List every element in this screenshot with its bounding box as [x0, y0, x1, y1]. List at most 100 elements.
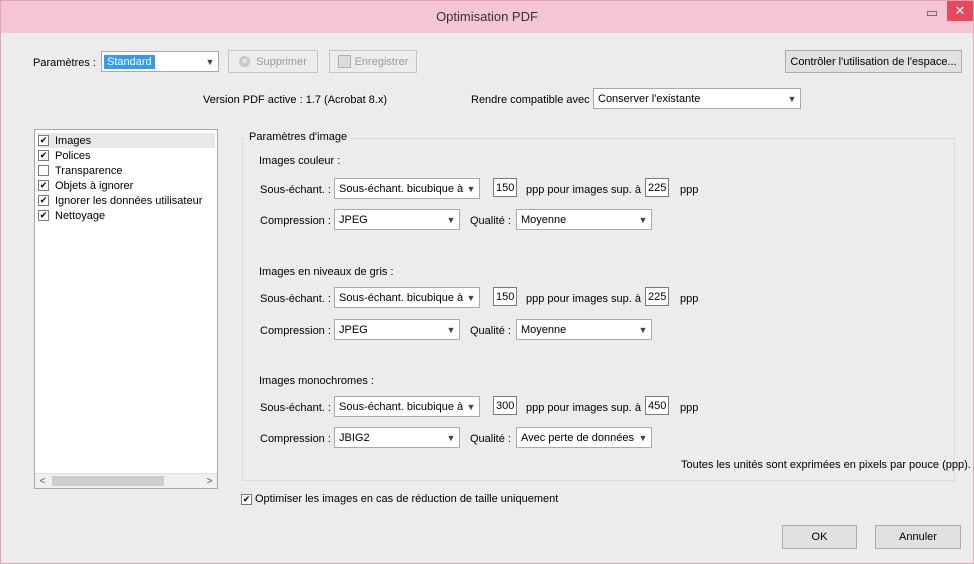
checkbox-images[interactable]: ✔ [38, 135, 49, 146]
color-downsample-value: Sous-échant. bicubique à [339, 182, 464, 195]
list-item-label: Images [55, 134, 92, 147]
mono-quality-select[interactable]: Avec perte de données ▼ [516, 427, 652, 448]
ppp-unit-label: ppp [680, 402, 699, 414]
chevron-down-icon: ▼ [466, 183, 476, 194]
gray-res-input[interactable]: 150 [493, 287, 517, 306]
chevron-down-icon: ▼ [638, 214, 648, 225]
gray-above-input[interactable]: 225 [645, 287, 669, 306]
scroll-right-icon[interactable]: > [202, 474, 217, 489]
chevron-down-icon: ▼ [787, 93, 797, 104]
dialog-window: Optimisation PDF ▭ ✕ Paramètres : Standa… [0, 0, 974, 564]
mono-images-heading: Images monochromes : [259, 375, 374, 387]
pdf-version-text: Version PDF active : 1.7 (Acrobat 8.x) [203, 94, 388, 106]
mono-quality-value: Avec perte de données [521, 431, 634, 444]
gray-compression-select[interactable]: JPEG ▼ [334, 319, 460, 340]
gray-images-heading: Images en niveaux de gris : [259, 266, 394, 278]
ppp-above-label: ppp pour images sup. à [526, 293, 641, 305]
dialog-body: Paramètres : Standard ▼ ✕ Supprimer Enre… [1, 33, 973, 563]
audit-space-button[interactable]: Contrôler l'utilisation de l'espace... [785, 50, 962, 73]
checkbox-fonts[interactable]: ✔ [38, 150, 49, 161]
save-icon [337, 55, 351, 68]
compat-label: Rendre compatible avec : [471, 94, 596, 106]
gray-compression-value: JPEG [339, 323, 368, 336]
color-quality-select[interactable]: Moyenne ▼ [516, 209, 652, 230]
checkbox-cleanup[interactable]: ✔ [38, 210, 49, 221]
list-item-cleanup[interactable]: ✔ Nettoyage [38, 208, 105, 223]
optimize-only-label: Optimiser les images en cas de réduction… [255, 493, 559, 505]
delete-button-label: Supprimer [256, 55, 307, 68]
ppp-unit-label: ppp [680, 184, 699, 196]
list-item-label: Polices [55, 149, 91, 162]
gray-compression-label: Compression : [260, 325, 331, 337]
list-item-discard-objects[interactable]: ✔ Objets à ignorer [38, 178, 133, 193]
checkbox-discard-user-data[interactable]: ✔ [38, 195, 49, 206]
ppp-above-label: ppp pour images sup. à [526, 402, 641, 414]
chevron-down-icon: ▼ [466, 292, 476, 303]
color-quality-value: Moyenne [521, 213, 567, 226]
compat-select-value: Conserver l'existante [598, 92, 701, 105]
scroll-thumb[interactable] [52, 476, 164, 486]
save-button-label: Enregistrer [354, 55, 409, 68]
mono-above-input[interactable]: 450 [645, 396, 669, 415]
gray-quality-label: Qualité : [470, 325, 511, 337]
color-res-input[interactable]: 150 [493, 178, 517, 197]
list-item-label: Ignorer les données utilisateur [55, 194, 203, 207]
chevron-down-icon: ▼ [205, 56, 215, 67]
checkbox-discard-objects[interactable]: ✔ [38, 180, 49, 191]
chevron-down-icon: ▼ [466, 401, 476, 412]
list-item-fonts[interactable]: ✔ Polices [38, 148, 90, 163]
chevron-down-icon: ▼ [638, 432, 648, 443]
mono-quality-label: Qualité : [470, 433, 511, 445]
horizontal-scrollbar[interactable]: < > [35, 473, 217, 488]
color-downsample-label: Sous-échant. : [260, 184, 331, 196]
list-item-transparency[interactable]: Transparence [38, 163, 122, 178]
close-icon[interactable]: ✕ [947, 1, 973, 21]
chevron-down-icon: ▼ [446, 324, 456, 335]
list-item-discard-user-data[interactable]: ✔ Ignorer les données utilisateur [38, 193, 202, 208]
units-note: Toutes les unités sont exprimées en pixe… [681, 459, 971, 471]
gray-downsample-label: Sous-échant. : [260, 293, 331, 305]
restore-icon[interactable]: ▭ [923, 6, 941, 20]
chevron-down-icon: ▼ [446, 432, 456, 443]
color-quality-label: Qualité : [470, 215, 511, 227]
color-images-heading: Images couleur : [259, 155, 341, 167]
color-compression-value: JPEG [339, 213, 368, 226]
ppp-unit-label: ppp [680, 293, 699, 305]
color-compression-select[interactable]: JPEG ▼ [334, 209, 460, 230]
cancel-button[interactable]: Annuler [875, 525, 961, 549]
list-item-label: Transparence [55, 164, 123, 177]
ok-button[interactable]: OK [782, 525, 857, 549]
mono-compression-label: Compression : [260, 433, 331, 445]
list-item-images[interactable]: ✔ Images [38, 133, 215, 148]
mono-compression-select[interactable]: JBIG2 ▼ [334, 427, 460, 448]
save-button[interactable]: Enregistrer [329, 50, 417, 73]
mono-downsample-select[interactable]: Sous-échant. bicubique à ▼ [334, 396, 480, 417]
category-list[interactable]: ✔ Images ✔ Polices Transparence ✔ Objets… [34, 129, 218, 489]
delete-icon: ✕ [239, 56, 251, 67]
color-above-input[interactable]: 225 [645, 178, 669, 197]
scroll-left-icon[interactable]: < [35, 474, 50, 489]
color-compression-label: Compression : [260, 215, 331, 227]
gray-quality-value: Moyenne [521, 323, 567, 336]
gray-downsample-select[interactable]: Sous-échant. bicubique à ▼ [334, 287, 480, 308]
checkbox-transparency[interactable] [38, 165, 49, 176]
delete-button[interactable]: ✕ Supprimer [228, 50, 318, 73]
params-select-value: Standard [104, 54, 155, 69]
chevron-down-icon: ▼ [446, 214, 456, 225]
color-downsample-select[interactable]: Sous-échant. bicubique à ▼ [334, 178, 480, 199]
window-title: Optimisation PDF [436, 9, 538, 24]
compat-select[interactable]: Conserver l'existante ▼ [593, 88, 801, 109]
image-settings-title: Paramètres d'image [245, 131, 352, 143]
mono-downsample-value: Sous-échant. bicubique à [339, 400, 464, 413]
list-item-label: Nettoyage [55, 209, 106, 222]
gray-downsample-value: Sous-échant. bicubique à [339, 291, 464, 304]
optimize-only-checkbox[interactable]: ✔ [241, 493, 252, 505]
title-bar[interactable]: Optimisation PDF ▭ ✕ [1, 1, 973, 33]
mono-compression-value: JBIG2 [339, 431, 370, 444]
gray-quality-select[interactable]: Moyenne ▼ [516, 319, 652, 340]
optimize-only-row[interactable]: ✔ Optimiser les images en cas de réducti… [241, 493, 558, 505]
params-select[interactable]: Standard ▼ [101, 51, 219, 72]
ppp-above-label: ppp pour images sup. à [526, 184, 641, 196]
list-item-label: Objets à ignorer [55, 179, 134, 192]
mono-res-input[interactable]: 300 [493, 396, 517, 415]
